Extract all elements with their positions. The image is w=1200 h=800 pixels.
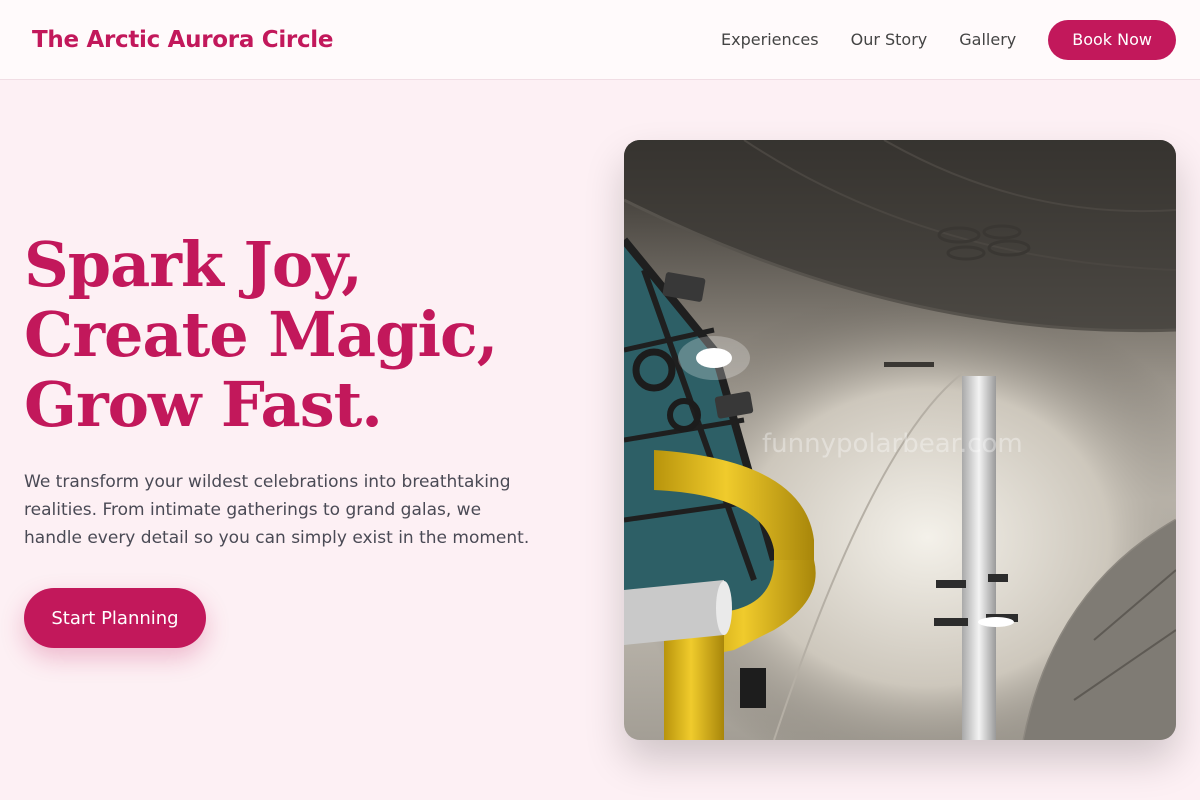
hero-description: We transform your wildest celebrations i…	[24, 472, 530, 548]
nav-link-our-story[interactable]: Our Story	[851, 30, 928, 49]
hero-title-line-3: Grow Fast.	[24, 368, 383, 441]
hero-title-line-1: Spark Joy,	[24, 228, 363, 301]
hero-title: Spark Joy, Create Magic, Grow Fast.	[24, 230, 564, 440]
hero-image: funnypolarbear.com	[624, 140, 1176, 740]
hero-title-line-2: Create Magic,	[24, 298, 498, 371]
tent-interior-photo: funnypolarbear.com	[624, 140, 1176, 740]
start-planning-button[interactable]: Start Planning	[24, 588, 206, 648]
nav-link-experiences[interactable]: Experiences	[721, 30, 819, 49]
brand-logo-text[interactable]: The Arctic Aurora Circle	[32, 27, 333, 53]
main-nav: Experiences Our Story Gallery Book Now	[689, 19, 1176, 60]
hero-text-block: Spark Joy, Create Magic, Grow Fast. We t…	[24, 230, 564, 552]
nav-link-gallery[interactable]: Gallery	[959, 30, 1016, 49]
book-now-button[interactable]: Book Now	[1048, 19, 1176, 60]
top-navbar: The Arctic Aurora Circle Experiences Our…	[0, 0, 1200, 80]
image-watermark: funnypolarbear.com	[762, 429, 1023, 459]
